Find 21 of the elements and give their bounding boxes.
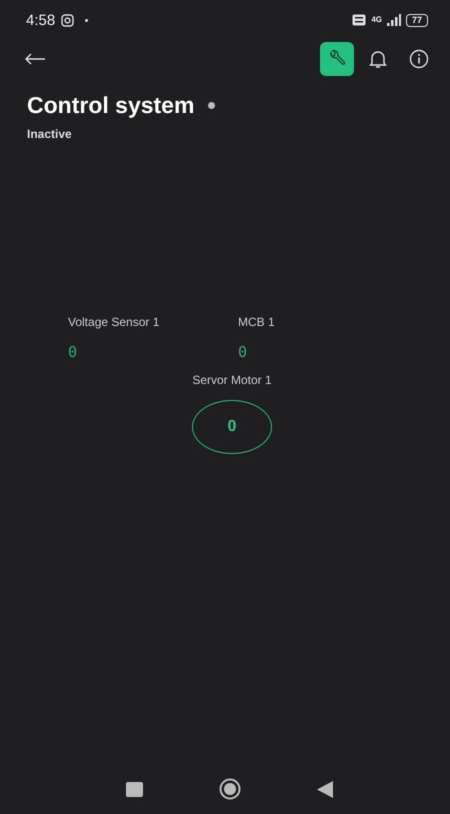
widget-label: MCB 1 <box>238 315 276 329</box>
widget-value: 0 <box>68 343 78 361</box>
battery-indicator: 77 <box>406 14 428 26</box>
network-type: 4G <box>371 16 382 24</box>
signal-icon <box>386 14 401 26</box>
status-dot-icon <box>208 102 216 109</box>
widget-label: Servor Motor 1 <box>192 373 272 387</box>
dot-icon <box>85 18 88 22</box>
device-status: Inactive <box>27 127 73 141</box>
clock: 4:58 <box>26 12 56 28</box>
back-icon[interactable] <box>317 780 333 798</box>
widget-value: 0 <box>238 343 248 361</box>
back-arrow-icon[interactable] <box>24 53 46 65</box>
recent-apps-icon[interactable] <box>126 782 143 796</box>
gauge-dial[interactable]: 0 <box>192 400 272 454</box>
camera-icon <box>61 14 74 26</box>
wrench-icon <box>328 50 346 68</box>
widget-label: Voltage Sensor 1 <box>68 315 160 329</box>
home-icon[interactable] <box>219 778 241 800</box>
device-title: Control system <box>27 92 194 119</box>
wrench-button[interactable] <box>320 42 354 76</box>
